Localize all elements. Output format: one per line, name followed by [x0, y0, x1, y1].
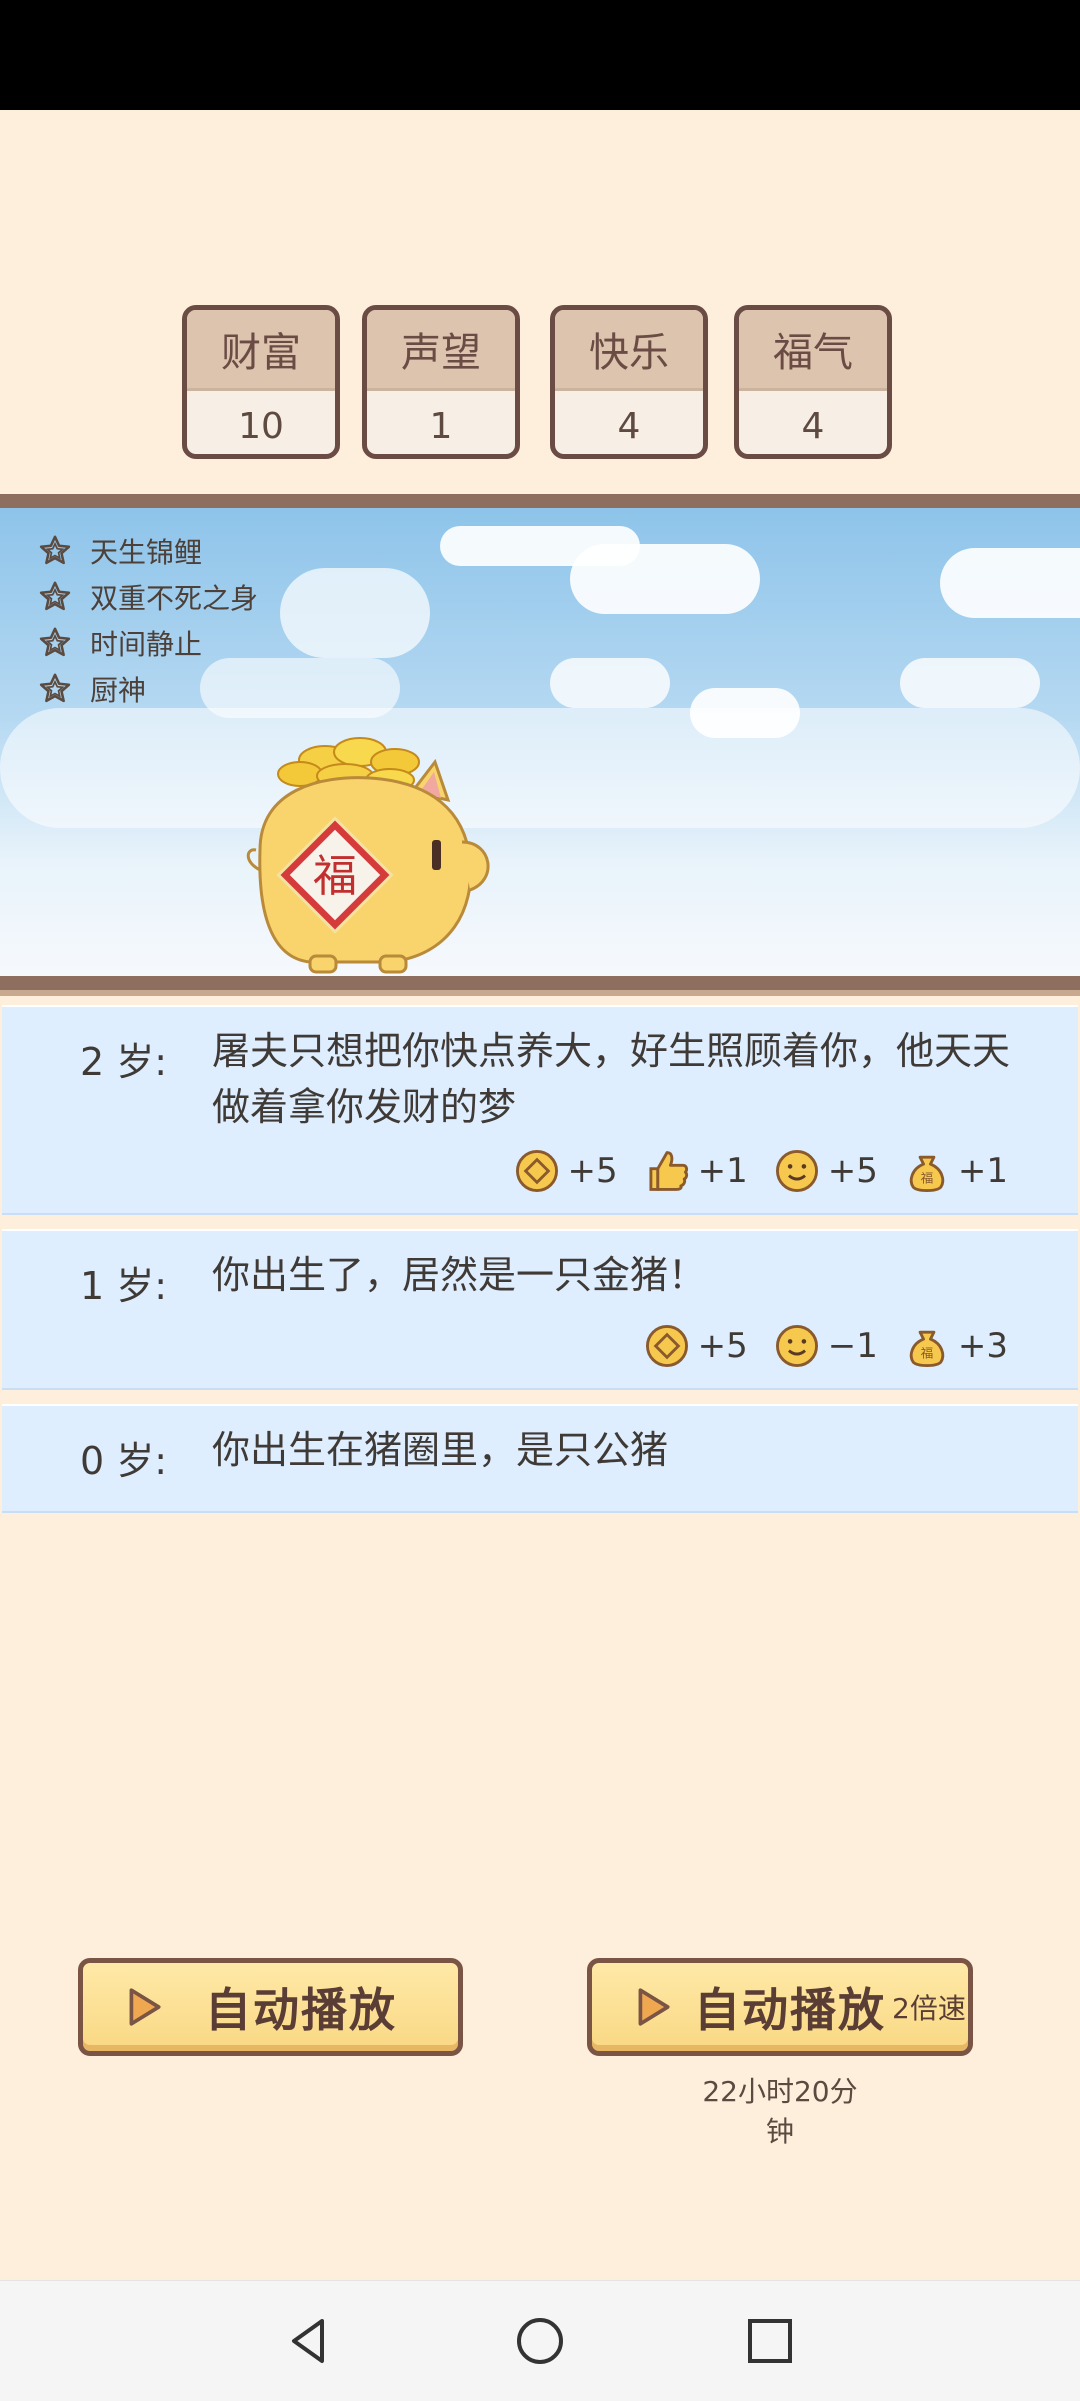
- stat-value: 10: [238, 405, 284, 447]
- event-effects: +5 +1 +5 福 +1: [2, 1145, 1078, 1197]
- event-age: 0 岁:: [80, 1439, 168, 1483]
- star-icon: [39, 673, 71, 703]
- stat-label: 声望: [367, 310, 515, 391]
- status-bar: [0, 0, 1080, 110]
- auto-play-button[interactable]: 自动播放: [78, 1958, 463, 2056]
- effect-value: +3: [957, 1326, 1008, 1366]
- stat-label: 财富: [187, 310, 335, 391]
- cloud: [280, 568, 430, 658]
- effect-item: +1: [644, 1148, 748, 1194]
- effect-item: −1: [774, 1323, 878, 1369]
- coin-icon: [515, 1150, 558, 1192]
- event-text: 屠夫只想把你快点养大，好生照顾着你，他天天做着拿你发财的梦: [212, 1029, 1011, 1129]
- system-nav-bar: [0, 2280, 1080, 2401]
- event-effects: +5 −1 福 +3: [2, 1320, 1078, 1372]
- talent-label: 厨神: [90, 674, 147, 707]
- cloud: [0, 708, 1080, 828]
- event-text: 你出生了，居然是一只金猪！: [212, 1253, 707, 1297]
- effect-item: +5: [774, 1148, 878, 1194]
- talent-item: 时间静止: [38, 620, 258, 666]
- speed-badge: 2倍速: [892, 1992, 966, 2025]
- talent-list: 天生锦鲤 双重不死之身 时间静止 厨神: [38, 528, 258, 712]
- stat-value: 1: [429, 405, 453, 447]
- lucky-bag-icon: 福: [909, 1330, 945, 1367]
- fast-play-timer: 22小时20分钟: [702, 2075, 858, 2148]
- cloud: [570, 544, 760, 614]
- thumbs-up-icon: [649, 1151, 688, 1191]
- effect-value: +5: [827, 1151, 878, 1191]
- back-icon[interactable]: [280, 2311, 340, 2371]
- talent-label: 时间静止: [90, 628, 203, 661]
- talent-label: 天生锦鲤: [90, 536, 203, 569]
- star-icon: [39, 535, 71, 565]
- lucky-bag-icon: 福: [909, 1155, 945, 1192]
- effect-item: 福 +1: [904, 1148, 1008, 1194]
- stats-panel: 财富 10 声望 1 快乐 4 福气 4: [0, 305, 1080, 467]
- effect-item: 福 +3: [904, 1323, 1008, 1369]
- star-icon: [39, 581, 71, 611]
- stat-value: 4: [617, 405, 641, 447]
- event-age: 1 岁:: [80, 1264, 168, 1308]
- play-icon: [129, 1988, 161, 2026]
- scene-top-rail: [0, 494, 1080, 514]
- life-event-log: 2 岁: 屠夫只想把你快点养大，好生照顾着你，他天天做着拿你发财的梦 +5 +1…: [0, 1005, 1080, 1527]
- stat-label: 快乐: [555, 310, 703, 391]
- recents-icon[interactable]: [740, 2311, 800, 2371]
- auto-play-fast-label: 自动播放: [694, 1983, 886, 2037]
- event-entry: 1 岁: 你出生了，居然是一只金猪！ +5 −1 福 +3: [2, 1229, 1078, 1390]
- talent-item: 双重不死之身: [38, 574, 258, 620]
- auto-play-fast-button[interactable]: 自动播放 2倍速: [587, 1958, 973, 2056]
- effect-value: +5: [697, 1326, 748, 1366]
- stat-card-wealth: 财富 10: [182, 305, 340, 459]
- golden-pig-character: 福: [246, 737, 490, 974]
- event-entry: 2 岁: 屠夫只想把你快点养大，好生照顾着你，他天天做着拿你发财的梦 +5 +1…: [2, 1005, 1078, 1215]
- auto-play-label: 自动播放: [205, 1983, 397, 2037]
- coin-icon: [645, 1325, 688, 1367]
- svg-text:福: 福: [921, 1346, 934, 1361]
- event-text: 你出生在猪圈里，是只公猪: [212, 1428, 669, 1472]
- stat-label: 福气: [739, 310, 887, 391]
- effect-value: +1: [957, 1151, 1008, 1191]
- scene-bottom-rail: [0, 976, 1080, 996]
- cloud: [940, 548, 1080, 618]
- effect-item: +5: [514, 1148, 618, 1194]
- event-age: 2 岁:: [80, 1040, 168, 1084]
- event-entry: 0 岁: 你出生在猪圈里，是只公猪: [2, 1404, 1078, 1513]
- talent-item: 天生锦鲤: [38, 528, 258, 574]
- effect-value: +1: [697, 1151, 748, 1191]
- cloud: [550, 658, 670, 708]
- scene-sky: 天生锦鲤 双重不死之身 时间静止 厨神 福: [0, 508, 1080, 978]
- effect-value: +5: [567, 1151, 618, 1191]
- svg-text:福: 福: [921, 1171, 934, 1186]
- stat-card-fortune: 福气 4: [734, 305, 892, 459]
- effect-item: +5: [644, 1323, 748, 1369]
- fu-character: 福: [313, 851, 357, 902]
- star-icon: [39, 627, 71, 657]
- stat-card-happiness: 快乐 4: [550, 305, 708, 459]
- talent-item: 厨神: [38, 666, 258, 712]
- stat-value: 4: [801, 405, 825, 447]
- effect-value: −1: [827, 1326, 878, 1366]
- play-icon: [638, 1988, 670, 2026]
- home-icon[interactable]: [510, 2311, 570, 2371]
- cloud: [900, 658, 1040, 708]
- stat-card-reputation: 声望 1: [362, 305, 520, 459]
- smiley-icon: [775, 1150, 818, 1192]
- smiley-icon: [775, 1325, 818, 1367]
- talent-label: 双重不死之身: [90, 582, 259, 615]
